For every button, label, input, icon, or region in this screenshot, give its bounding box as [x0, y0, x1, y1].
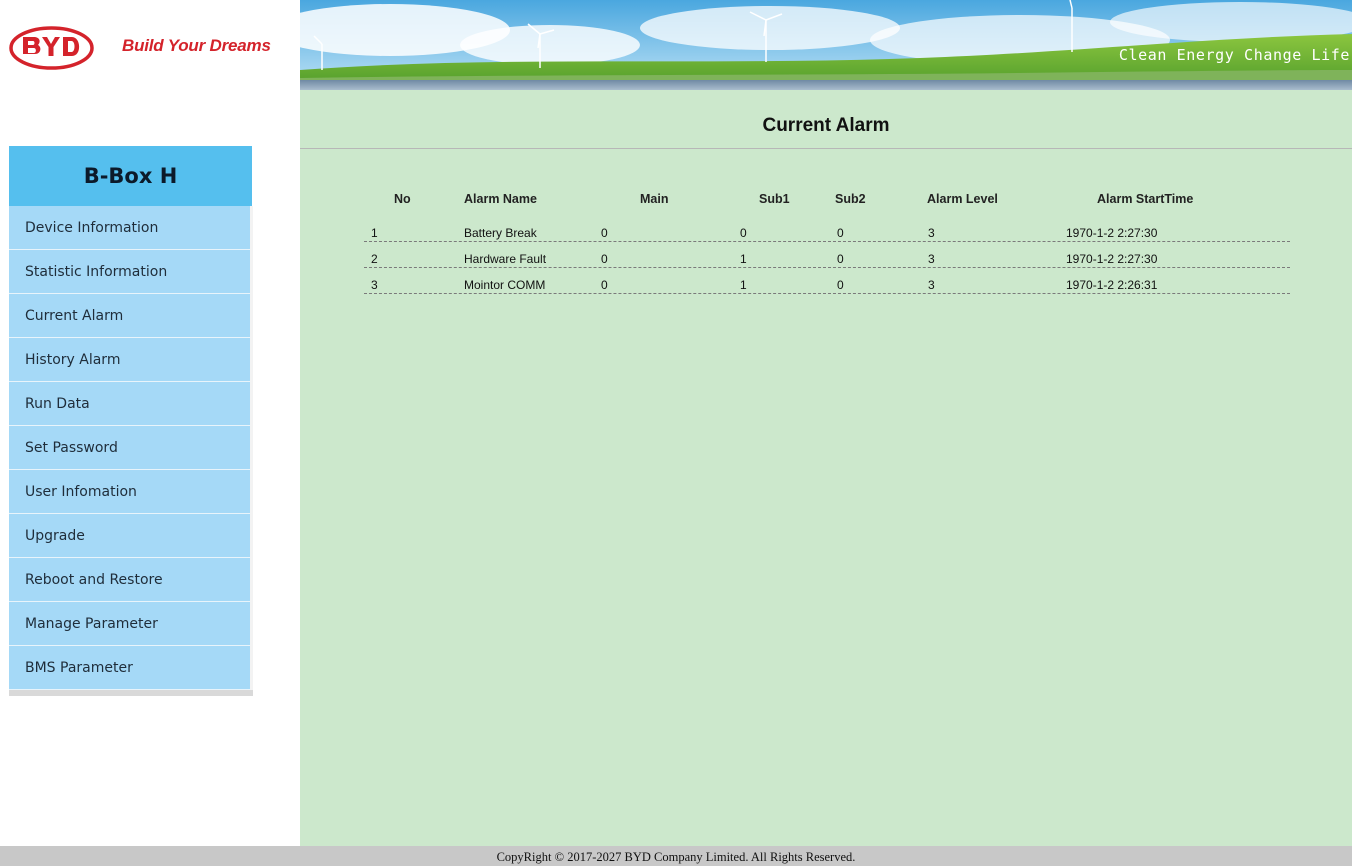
sidebar-item-current-alarm[interactable]: Current Alarm [9, 294, 250, 338]
column-header-alarm-starttime: Alarm StartTime [1097, 192, 1194, 206]
title-divider [300, 148, 1352, 149]
cell-sub1: 0 [740, 226, 747, 240]
cell-alarm-starttime: 1970-1-2 2:27:30 [1066, 252, 1158, 266]
row-separator [364, 293, 1290, 294]
cell-alarm-level: 3 [928, 226, 935, 240]
sidebar-item-manage-parameter[interactable]: Manage Parameter [9, 602, 250, 646]
column-header-sub2: Sub2 [835, 192, 866, 206]
cell-alarm-starttime: 1970-1-2 2:26:31 [1066, 278, 1158, 292]
cell-sub1: 1 [740, 278, 747, 292]
sidebar-item-device-information[interactable]: Device Information [9, 206, 250, 250]
sidebar-item-upgrade[interactable]: Upgrade [9, 514, 250, 558]
cell-main: 0 [601, 252, 608, 266]
sidebar-item-run-data[interactable]: Run Data [9, 382, 250, 426]
sidebar-menu: Device Information Statistic Information… [9, 206, 253, 690]
brand-slogan: Build Your Dreams [122, 36, 271, 55]
banner-landscape-image [300, 0, 1352, 90]
column-header-alarm-name: Alarm Name [464, 192, 537, 206]
main-content: Current Alarm No Alarm Name Main Sub1 Su… [300, 90, 1352, 846]
cell-sub2: 0 [837, 252, 844, 266]
cell-alarm-name: Mointor COMM [464, 278, 546, 292]
column-header-no: No [394, 192, 411, 206]
cell-sub1: 1 [740, 252, 747, 266]
cell-no: 3 [371, 278, 378, 292]
cell-alarm-level: 3 [928, 278, 935, 292]
sidebar-item-set-password[interactable]: Set Password [9, 426, 250, 470]
row-separator [364, 267, 1290, 268]
cell-alarm-name: Hardware Fault [464, 252, 547, 266]
sidebar-bottom-edge [9, 690, 253, 696]
sidebar-title: B-Box H [9, 146, 252, 206]
cell-sub2: 0 [837, 278, 844, 292]
row-separator [364, 241, 1290, 242]
sidebar-item-statistic-information[interactable]: Statistic Information [9, 250, 250, 294]
cell-alarm-name: Battery Break [464, 226, 537, 240]
cell-main: 0 [601, 226, 608, 240]
byd-logo-icon [9, 26, 94, 70]
sidebar-item-history-alarm[interactable]: History Alarm [9, 338, 250, 382]
column-header-sub1: Sub1 [759, 192, 790, 206]
cell-alarm-starttime: 1970-1-2 2:27:30 [1066, 226, 1158, 240]
cell-main: 0 [601, 278, 608, 292]
sidebar-item-reboot-and-restore[interactable]: Reboot and Restore [9, 558, 250, 602]
footer-copyright: CopyRight © 2017-2027 BYD Company Limite… [0, 846, 1352, 866]
sidebar-item-bms-parameter[interactable]: BMS Parameter [9, 646, 250, 690]
column-header-alarm-level: Alarm Level [927, 192, 998, 206]
column-header-main: Main [640, 192, 669, 206]
banner-slogan: Clean Energy Change Life [1118, 46, 1350, 64]
sidebar-item-user-information[interactable]: User Infomation [9, 470, 250, 514]
brand-area: Build Your Dreams [0, 0, 300, 90]
sidebar-nav: B-Box H Device Information Statistic Inf… [9, 146, 253, 696]
cell-no: 2 [371, 252, 378, 266]
cell-sub2: 0 [837, 226, 844, 240]
page-title: Current Alarm [762, 115, 890, 136]
cell-alarm-level: 3 [928, 252, 935, 266]
cell-no: 1 [371, 226, 378, 240]
header-banner: Clean Energy Change Life [300, 0, 1352, 90]
